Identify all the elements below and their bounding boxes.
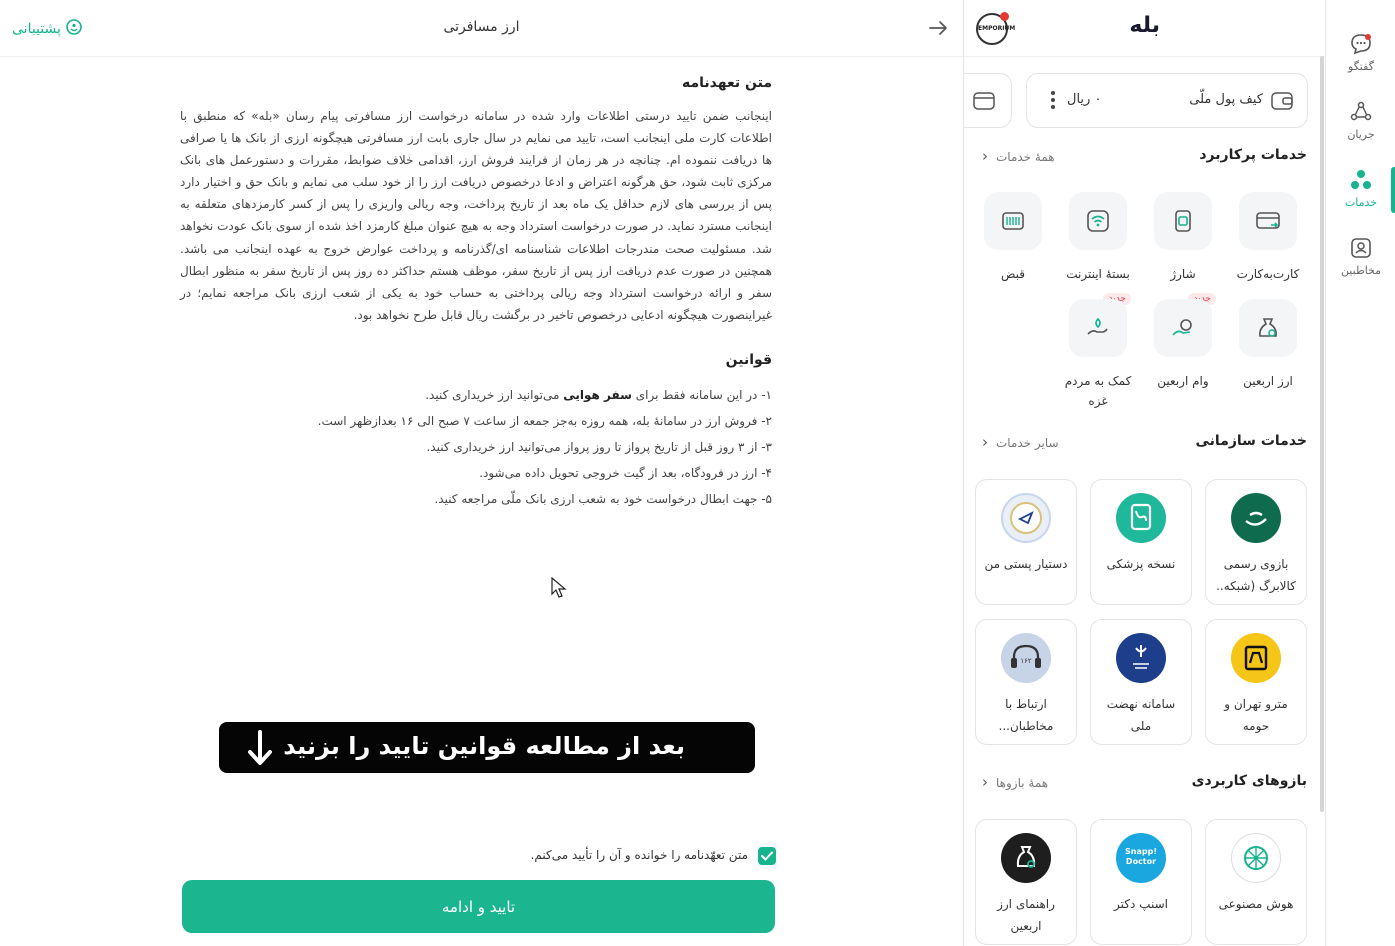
rail-item-flow[interactable]: جریان [1326,100,1395,160]
donate-icon [1069,299,1127,357]
back-arrow-icon[interactable] [927,17,949,43]
user-services-title: خدمات پرکاربرد [1199,147,1307,163]
wallet-card[interactable]: کیف پول ملّی ۰ ریال [1026,73,1308,128]
page-title: ارز مسافرتی [443,19,520,35]
ai-logo-icon [1231,833,1281,883]
rule-item: ۴- ارز در فرودگاه، بعد از گیت خروجی تحوی… [479,465,772,480]
rail-item-chat[interactable]: گفتگو [1326,32,1395,92]
all-apps-link[interactable]: همهٔ بازوها‹ [982,773,1048,791]
commitment-heading: متن تعهدنامه [681,75,772,91]
wallet-label: کیف پول ملّی [1189,92,1263,107]
wallet-balance: ۰ ریال [1067,92,1102,107]
service-arbaeen-currency[interactable]: ارز اربعین [1225,299,1311,391]
secondary-card[interactable] [964,73,1012,128]
confirm-button[interactable]: تایید و ادامه [182,880,775,933]
chevron-left-icon: ‹ [982,433,988,451]
rail-item-services[interactable]: خدمات [1326,168,1395,228]
national-emblem-icon [1116,633,1166,683]
org-post-assistant[interactable]: دستیار پستی من [975,479,1077,605]
rule-item: ۱- در این سامانه فقط برای سفر هوایی می‌ت… [425,387,772,402]
flow-icon [1326,100,1395,124]
services-scrollbar[interactable] [1320,56,1324,812]
contacts-icon [1326,236,1395,260]
post-logo-icon [1001,493,1051,543]
headset-icon: ۱۶۲ [1001,633,1051,683]
chevron-left-icon: ‹ [982,773,988,791]
sim-charge-icon [1154,192,1212,250]
arbaeen-guide-logo-icon [1001,833,1051,883]
kalabarg-logo-icon [1231,493,1281,543]
other-services-link[interactable]: سایر خدمات‹ [982,433,1059,451]
instruction-banner: بعد از مطالعه قوانین تایید را بزنید [219,722,755,773]
app-brand: بله [1129,13,1160,38]
banner-text: بعد از مطالعه قوانین تایید را بزنید [283,732,685,760]
card-transfer-icon [1239,192,1297,250]
rule-item: ۲- فروش ارز در سامانهٔ بله، همه روزه به‌… [317,413,772,428]
nav-rail: گفتگو جریان خدمات مخاطبین [1325,0,1395,946]
bill-icon [984,192,1042,250]
arrow-down-icon [247,730,273,772]
service-bill[interactable]: قبض [970,192,1056,284]
rule-item: ۳- از ۳ روز قبل از تاریخ پرواز تا روز پر… [426,439,772,454]
prescription-logo-icon [1116,493,1166,543]
chevron-left-icon: ‹ [982,147,988,165]
service-card-transfer[interactable]: کارت‌به‌کارت [1225,192,1311,284]
org-contact-audience[interactable]: ۱۶۲ ارتباط با مخاطبان... [975,619,1077,745]
org-services-title: خدمات سازمانی [1195,433,1307,449]
main-pane: پشتیبانی ارز مسافرتی متن تعهدنامه اینجان… [0,0,963,946]
svg-text:۱۶۲: ۱۶۲ [1020,657,1032,665]
service-gaza-donation[interactable]: جدید کمک به مردم غزه [1055,293,1141,411]
wallet-icon [1271,91,1293,115]
chat-icon [1326,32,1395,56]
agree-row: متن تعهّدنامه را خوانده و آن را تأیید می… [480,846,776,868]
services-header: EMPORIUM بله [964,0,1325,57]
service-charge[interactable]: شارژ [1140,192,1226,284]
all-services-link[interactable]: همهٔ خدمات‹ [982,147,1055,165]
apps-title: بازوهای کاربردی [1191,773,1307,789]
agree-checkbox[interactable] [758,847,776,865]
rail-item-contacts[interactable]: مخاطبین [1326,236,1395,296]
main-header: پشتیبانی ارز مسافرتی [0,0,963,57]
agree-label: متن تعهّدنامه را خوانده و آن را تأیید می… [530,848,748,862]
app-snapp-doctor[interactable]: Snapp! Doctor اسنپ دکتر [1090,819,1192,945]
currency-bag-icon [1239,299,1297,357]
app-arbaeen-guide[interactable]: راهنمای ارز اربعین [975,819,1077,945]
services-panel: EMPORIUM بله کیف پول ملّی ۰ ریال خدمات پ… [963,0,1325,946]
app-ai[interactable]: هوش مصنوعی [1205,819,1307,945]
org-tehran-metro[interactable]: مترو تهران و حومه [1205,619,1307,745]
profile-avatar[interactable]: EMPORIUM [976,12,1015,45]
mouse-cursor-icon [551,576,567,603]
service-internet[interactable]: بستهٔ اینترنت [1055,192,1141,284]
commitment-content: متن تعهدنامه اینجانب ضمن تایید درستی اطل… [180,72,772,512]
commitment-text: اینجانب ضمن تایید درستی اطلاعات وارد شده… [180,109,772,322]
metro-logo-icon [1231,633,1281,683]
org-national-movement[interactable]: سامانه نهضت ملی [1090,619,1192,745]
wifi-icon [1069,192,1127,250]
rule-item: ۵- جهت ابطال درخواست خود به شعب ارزی بان… [434,491,772,506]
more-vertical-icon[interactable] [1045,88,1061,114]
org-prescription[interactable]: نسخه پزشکی [1090,479,1192,605]
rules-heading: قوانین [725,351,772,368]
loan-icon [1154,299,1212,357]
snapp-doctor-logo-icon: Snapp! Doctor [1116,833,1166,883]
service-arbaeen-loan[interactable]: جدید وام اربعین [1140,293,1226,391]
org-kalabarg[interactable]: بازوی رسمی کالابرگ (شبکه.. [1205,479,1307,605]
rules-list: ۱- در این سامانه فقط برای سفر هوایی می‌ت… [180,382,772,512]
services-icon [1326,168,1395,192]
